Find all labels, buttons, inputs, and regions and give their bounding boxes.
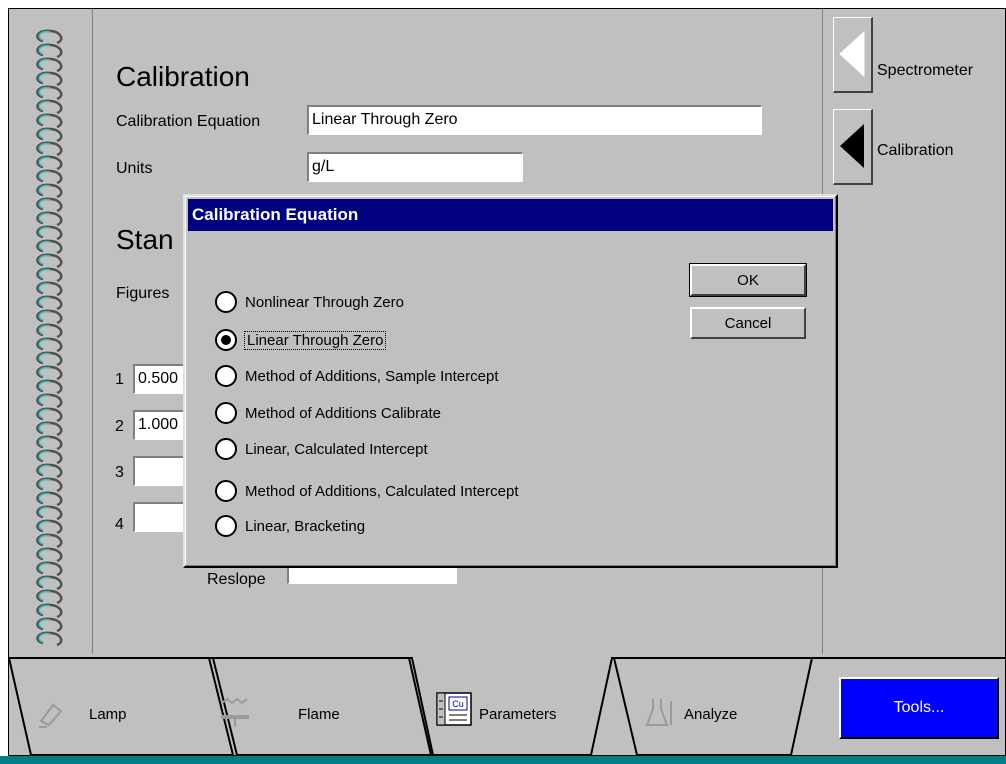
spiral-ring — [36, 113, 63, 129]
spiral-ring — [36, 631, 63, 647]
spiral-ring — [36, 491, 63, 507]
spiral-ring — [36, 379, 63, 395]
spiral-ring — [36, 617, 63, 633]
spiral-ring — [36, 533, 63, 549]
parameters-icon-text: Cu — [452, 699, 464, 709]
tab-label-flame[interactable]: Flame — [298, 706, 340, 723]
spiral-ring — [36, 71, 63, 87]
radio-option-linear-bracketing[interactable]: Linear, Bracketing — [215, 514, 365, 538]
radio-label[interactable]: Method of Additions, Sample Intercept — [245, 368, 498, 385]
radio-button[interactable] — [215, 515, 237, 537]
spiral-ring — [36, 421, 63, 437]
spiral-ring — [36, 155, 63, 171]
spiral-ring — [36, 29, 63, 45]
spiral-ring — [36, 85, 63, 101]
spiral-ring — [36, 435, 63, 451]
reslope-label: Reslope — [207, 571, 266, 588]
right-panel: Spectrometer Calibration — [822, 9, 1006, 654]
radio-button[interactable] — [215, 291, 237, 313]
spiral-ring — [36, 253, 63, 269]
bottom-strip — [0, 756, 1006, 764]
standard-number-4: 4 — [115, 516, 124, 533]
spiral-ring — [36, 57, 63, 73]
ok-button[interactable]: OK — [689, 263, 807, 297]
spiral-ring — [36, 281, 63, 297]
spiral-ring — [36, 449, 63, 465]
radio-label[interactable]: Linear Through Zero — [243, 330, 387, 350]
tab-label-lamp[interactable]: Lamp — [89, 706, 127, 723]
spiral-ring — [36, 169, 63, 185]
radio-label[interactable]: Method of Additions Calibrate — [245, 405, 441, 422]
spiral-ring — [36, 183, 63, 199]
spiral-ring — [36, 127, 63, 143]
standard-number-3: 3 — [115, 464, 124, 481]
spiral-ring — [36, 239, 63, 255]
spiral-ring — [36, 505, 63, 521]
tab-label-parameters[interactable]: Parameters — [479, 706, 557, 723]
figures-label: Figures — [116, 285, 170, 302]
spiral-ring — [36, 519, 63, 535]
spiral-ring — [36, 547, 63, 563]
spiral-ring — [36, 211, 63, 227]
radio-option-method-additions-calibrate[interactable]: Method of Additions Calibrate — [215, 401, 441, 425]
standard-number-1: 1 — [115, 371, 124, 388]
radio-button-selected[interactable] — [215, 329, 237, 351]
cancel-button[interactable]: Cancel — [690, 307, 806, 339]
units-field[interactable]: g/L — [307, 152, 523, 182]
calibration-equation-field[interactable]: Linear Through Zero — [307, 105, 762, 135]
spiral-ring — [36, 225, 63, 241]
spiral-ring — [36, 337, 63, 353]
radio-button[interactable] — [215, 438, 237, 460]
dialog-title: Calibration Equation — [188, 199, 833, 231]
spiral-ring — [36, 197, 63, 213]
side-tab-calibration[interactable] — [833, 109, 873, 185]
spiral-ring — [36, 463, 63, 479]
spiral-ring — [36, 589, 63, 605]
radio-button[interactable] — [215, 402, 237, 424]
spiral-ring — [36, 309, 63, 325]
arrow-left-white-icon — [839, 30, 865, 78]
spiral-ring — [36, 603, 63, 619]
tools-button[interactable]: Tools... — [839, 677, 999, 739]
radio-button[interactable] — [215, 365, 237, 387]
standards-title: Stan — [116, 224, 174, 255]
spiral-ring — [36, 295, 63, 311]
radio-button[interactable] — [215, 480, 237, 502]
radio-option-method-additions-sample-intercept[interactable]: Method of Additions, Sample Intercept — [215, 364, 498, 388]
side-tab-label-calibration[interactable]: Calibration — [877, 142, 953, 160]
spiral-ring — [36, 99, 63, 115]
spiral-ring — [36, 561, 63, 577]
spiral-ring — [36, 407, 63, 423]
units-label: Units — [116, 160, 153, 177]
spiral-ring — [36, 351, 63, 367]
radio-option-linear-calculated-intercept[interactable]: Linear, Calculated Intercept — [215, 437, 428, 461]
spiral-ring — [36, 267, 63, 283]
spiral-ring — [36, 477, 63, 493]
radio-option-linear-through-zero[interactable]: Linear Through Zero — [215, 328, 387, 352]
page-title: Calibration — [116, 61, 250, 92]
radio-label[interactable]: Nonlinear Through Zero — [245, 294, 404, 311]
calibration-equation-dialog: Calibration Equation OK Cancel Nonlinear… — [183, 194, 838, 568]
spiral-ring — [36, 393, 63, 409]
side-tab-spectrometer[interactable] — [833, 17, 873, 93]
arrow-left-black-icon — [840, 124, 864, 168]
spiral-ring — [36, 323, 63, 339]
radio-option-nonlinear-through-zero[interactable]: Nonlinear Through Zero — [215, 290, 404, 314]
radio-label[interactable]: Linear, Calculated Intercept — [245, 441, 428, 458]
spiral-ring — [36, 43, 63, 59]
radio-option-method-additions-calculated-intercept[interactable]: Method of Additions, Calculated Intercep… — [215, 479, 519, 503]
notebook-spiral — [36, 9, 93, 654]
spiral-ring — [36, 575, 63, 591]
calibration-equation-label: Calibration Equation — [116, 113, 261, 130]
standard-number-2: 2 — [115, 418, 124, 435]
parameters-icon: Cu — [436, 692, 472, 726]
radio-label[interactable]: Method of Additions, Calculated Intercep… — [245, 483, 519, 500]
spiral-ring — [36, 365, 63, 381]
side-tab-label-spectrometer[interactable]: Spectrometer — [877, 62, 973, 80]
tab-label-analyze[interactable]: Analyze — [684, 706, 737, 723]
spiral-ring — [36, 141, 63, 157]
radio-label[interactable]: Linear, Bracketing — [245, 518, 365, 535]
